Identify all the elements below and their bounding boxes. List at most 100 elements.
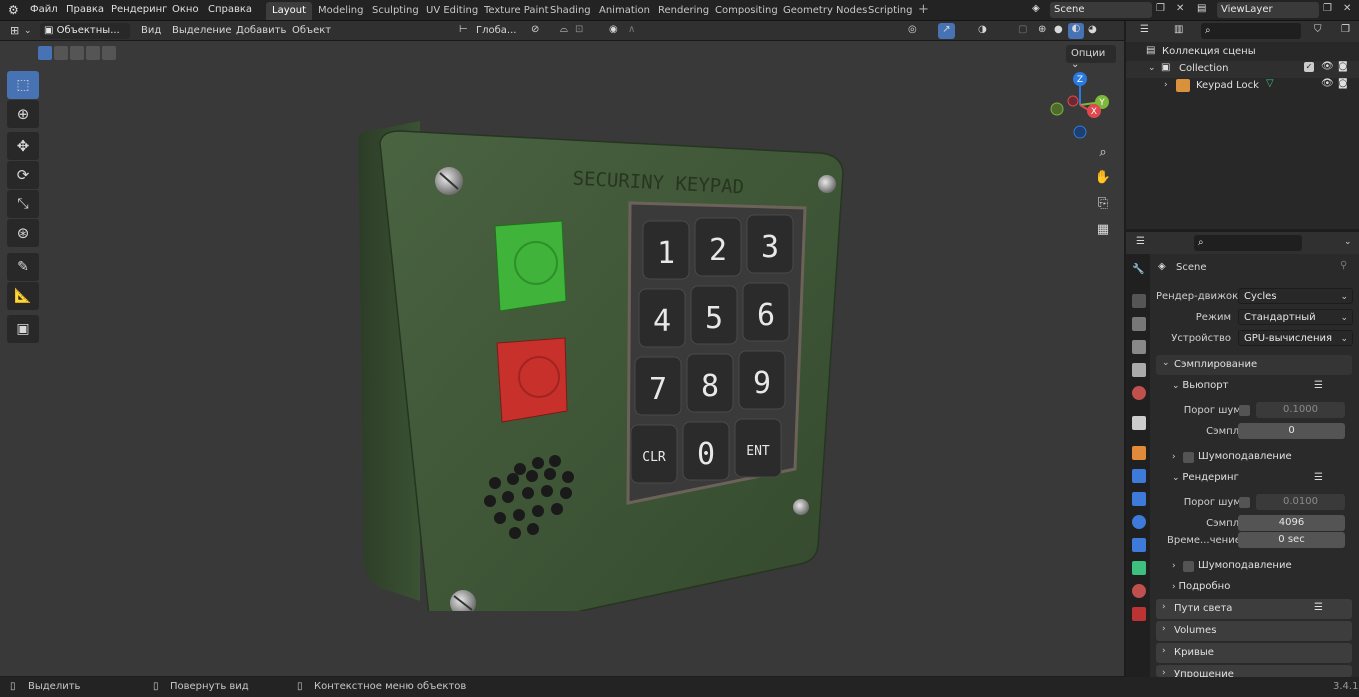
menu-select[interactable]: Выделение <box>172 25 232 36</box>
properties-editor-icon[interactable]: ☰ <box>1136 236 1145 247</box>
tool-tab-icon[interactable]: 🔧 <box>1132 264 1146 278</box>
list-icon[interactable]: ☰ <box>1314 472 1323 483</box>
outliner-scene-collection-row[interactable]: ▤ Коллекция сцены <box>1126 44 1359 61</box>
add-cube-tool-icon[interactable]: ▣ <box>7 315 39 343</box>
gizmo-neg-x[interactable] <box>1067 95 1079 107</box>
pan-hand-icon[interactable]: ✋ <box>1092 166 1114 188</box>
world-tab-icon[interactable] <box>1132 386 1146 400</box>
new-collection-icon[interactable]: ❐ <box>1341 24 1350 35</box>
menu-view[interactable]: Вид <box>141 25 161 36</box>
expand-icon[interactable]: ⌄ <box>1148 63 1156 73</box>
time-limit-field[interactable]: 0 sec <box>1238 532 1345 548</box>
viewport-subpanel-header[interactable]: ⌄ Вьюпорт <box>1172 380 1228 391</box>
display-mode-icon[interactable]: ▥ <box>1174 24 1183 35</box>
select-new-icon[interactable] <box>38 46 52 60</box>
feature-set-dropdown[interactable]: Стандартный ⌄ <box>1238 309 1353 325</box>
select-invert-icon[interactable] <box>86 46 100 60</box>
3d-viewport[interactable]: ⬚ ⊕ ✥ ⟳ ⤡ ⊛ ✎ 📐 ▣ Опции ⌄ Z Y X ⌕ ✋ ⎘ ▦ <box>0 41 1124 676</box>
snap-target-icon[interactable]: ⊡ <box>575 24 583 35</box>
zoom-icon[interactable]: ⌕ <box>1092 141 1114 163</box>
falloff-icon[interactable]: ∧ <box>628 24 635 35</box>
chevron-down-icon[interactable]: ⌄ <box>1344 237 1352 247</box>
render-tab-icon[interactable] <box>1132 294 1146 308</box>
advanced-subpanel[interactable]: › Подробно <box>1172 581 1230 592</box>
physics-tab-icon[interactable] <box>1132 515 1146 529</box>
properties-search-input[interactable]: ⌕ <box>1194 235 1302 251</box>
navigation-gizmo[interactable]: Z Y X <box>1044 69 1114 143</box>
curves-panel[interactable]: › Кривые <box>1156 643 1352 663</box>
vp-denoise-checkbox[interactable] <box>1183 452 1194 463</box>
tab-modeling[interactable]: Modeling <box>312 2 370 20</box>
menu-add[interactable]: Добавить <box>236 25 286 36</box>
snap-icon[interactable]: ⌓ <box>560 24 568 35</box>
transform-tool-icon[interactable]: ⊛ <box>7 219 39 247</box>
tab-rendering[interactable]: Rendering <box>652 2 715 20</box>
selection-mode-buttons[interactable] <box>38 46 116 62</box>
outliner-collection-row[interactable]: ⌄ ▣ Collection ✓ 👁 ◙ <box>1126 61 1359 78</box>
collection-tab-icon[interactable] <box>1132 416 1146 430</box>
pin-icon[interactable]: ⚲ <box>1340 260 1347 271</box>
rendered-shading-icon[interactable]: ◕ <box>1088 24 1097 35</box>
sampling-panel-header[interactable]: ⌄ Сэмплирование <box>1156 355 1352 375</box>
select-subtract-icon[interactable] <box>70 46 84 60</box>
light-paths-panel[interactable]: › Пути света ☰ <box>1156 599 1352 619</box>
material-tab-icon[interactable] <box>1132 584 1146 598</box>
wireframe-shading-icon[interactable]: ⊕ <box>1038 24 1046 35</box>
gizmo-toggle-icon[interactable]: ↗ <box>938 23 955 39</box>
menu-render[interactable]: Рендеринг <box>111 4 167 15</box>
tab-compositing[interactable]: Compositing <box>709 2 784 20</box>
new-view-layer-icon[interactable]: ❐ <box>1323 3 1332 14</box>
vp-samples-field[interactable]: 0 <box>1238 423 1345 439</box>
checkbox-icon[interactable]: ✓ <box>1304 62 1314 72</box>
menu-edit[interactable]: Правка <box>66 4 104 15</box>
proportional-edit-icon[interactable]: ◉ <box>609 24 618 35</box>
scene-icon[interactable]: ◈ <box>1032 3 1040 14</box>
tab-geometry-nodes[interactable]: Geometry Nodes <box>777 2 873 20</box>
volumes-panel[interactable]: › Volumes <box>1156 621 1352 641</box>
vp-noise-threshold-field[interactable]: 0.1000 <box>1256 402 1345 418</box>
editor-type-icon[interactable]: ⊞ <box>10 24 19 37</box>
move-tool-icon[interactable]: ✥ <box>7 132 39 160</box>
menu-window[interactable]: Окно <box>172 4 199 15</box>
scale-tool-icon[interactable]: ⤡ <box>7 190 39 218</box>
eye-icon[interactable]: 👁 <box>1321 78 1334 89</box>
select-box-tool-icon[interactable]: ⬚ <box>7 71 39 99</box>
modifier-tab-icon[interactable] <box>1132 469 1146 483</box>
camera-icon[interactable]: ⎘ <box>1092 192 1114 214</box>
delete-view-layer-icon[interactable]: ✕ <box>1343 3 1351 14</box>
r-denoise-checkbox[interactable] <box>1183 561 1194 572</box>
data-tab-icon[interactable] <box>1132 561 1146 575</box>
add-workspace-icon[interactable]: + <box>918 2 929 17</box>
texture-tab-icon[interactable] <box>1132 607 1146 621</box>
delete-scene-icon[interactable]: ✕ <box>1176 3 1184 14</box>
menu-help[interactable]: Справка <box>208 4 252 15</box>
scene-tab-icon[interactable] <box>1132 363 1146 377</box>
tab-sculpting[interactable]: Sculpting <box>366 2 425 20</box>
list-icon[interactable]: ☰ <box>1314 380 1323 391</box>
tab-layout[interactable]: Layout <box>266 2 312 20</box>
tab-shading[interactable]: Shading <box>544 2 597 20</box>
particles-tab-icon[interactable] <box>1132 492 1146 506</box>
outliner-editor-icon[interactable]: ☰ <box>1140 24 1149 35</box>
r-noise-threshold-field[interactable]: 0.0100 <box>1256 494 1345 510</box>
solid-shading-icon[interactable]: ● <box>1054 24 1063 35</box>
measure-tool-icon[interactable]: 📐 <box>7 282 39 310</box>
r-noise-threshold-checkbox[interactable] <box>1239 497 1250 508</box>
tab-animation[interactable]: Animation <box>593 2 656 20</box>
menu-file[interactable]: Файл <box>30 4 58 15</box>
menu-object[interactable]: Объект <box>292 25 331 36</box>
output-tab-icon[interactable] <box>1132 317 1146 331</box>
view-layer-icon[interactable]: ▤ <box>1197 3 1206 14</box>
camera-render-icon[interactable]: ◙ <box>1338 61 1348 72</box>
vp-noise-threshold-checkbox[interactable] <box>1239 405 1250 416</box>
gizmo-neg-y[interactable] <box>1050 102 1064 116</box>
mode-selector[interactable]: ▣ Объектны... <box>40 23 130 39</box>
r-samples-field[interactable]: 4096 <box>1238 515 1345 531</box>
camera-render-icon[interactable]: ◙ <box>1338 78 1348 89</box>
options-button[interactable]: Опции ⌄ <box>1066 45 1116 70</box>
visibility-icon[interactable]: ◎ <box>908 24 917 35</box>
view-layer-tab-icon[interactable] <box>1132 340 1146 354</box>
cursor-tool-icon[interactable]: ⊕ <box>7 100 39 128</box>
keypad-model[interactable]: SECURINY KEYPAD 1 2 34 5 67 8 9CLR 0 ENT <box>340 81 860 611</box>
blender-logo-icon[interactable]: ⚙ <box>8 3 19 17</box>
